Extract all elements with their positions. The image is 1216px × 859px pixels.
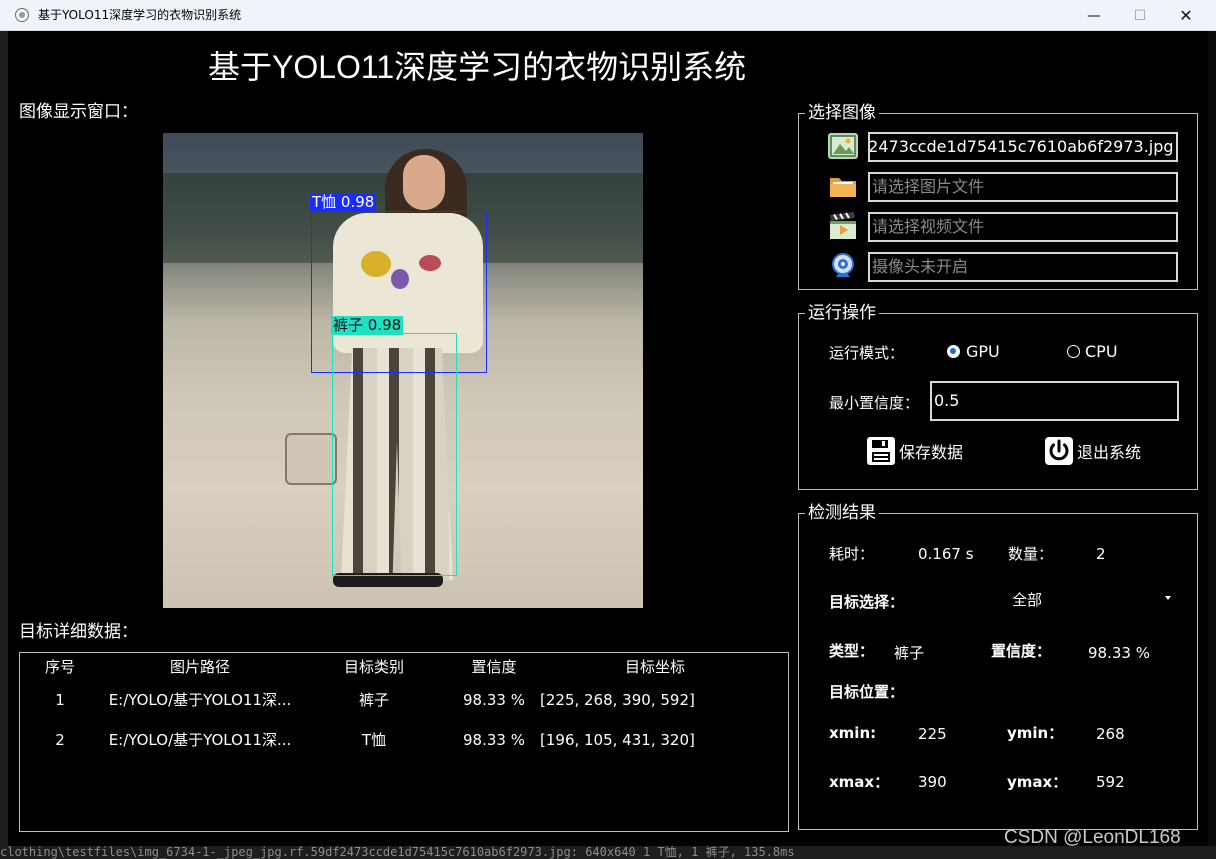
table-header-coords: 目标坐标: [624, 658, 685, 676]
table-cell-index: 1: [55, 691, 65, 709]
save-data-label: 保存数据: [899, 443, 964, 462]
count-value: 2: [1096, 545, 1106, 563]
type-value: 裤子: [894, 644, 925, 662]
console-output: clothing\testfiles\img_6734-1-_jpeg_jpg.…: [0, 846, 795, 859]
exit-system-button[interactable]: 退出系统: [1043, 434, 1141, 468]
run-operations-group: 运行操作 运行模式： GPU CPU 最小置信度： 0.5 保存数据 退出系统: [798, 302, 1198, 490]
image-path-input[interactable]: 69df2473ccde1d75415c7610ab6f2973.jpg: [868, 132, 1178, 162]
cpu-radio-label[interactable]: CPU: [1085, 342, 1118, 362]
min-confidence-label: 最小置信度：: [829, 394, 920, 412]
table-cell-coords: [196, 105, 431, 320]: [540, 731, 695, 749]
table-cell-confidence: 98.33 %: [463, 691, 525, 709]
gpu-radio[interactable]: [947, 345, 960, 358]
detection-results-group: 检测结果 耗时： 0.167 s 数量： 2 目标选择： 全部 类型： 裤子 置…: [798, 502, 1198, 830]
save-data-button[interactable]: 保存数据: [865, 434, 963, 468]
camera-icon[interactable]: [828, 251, 858, 281]
image-display-label: 图像显示窗口：: [19, 102, 138, 122]
main-window: 基于YOLO11深度学习的衣物识别系统 图像显示窗口： T恤 0.98 裤子 0…: [8, 31, 1208, 846]
table-cell-confidence: 98.33 %: [463, 731, 525, 749]
chevron-down-icon: [1165, 596, 1171, 600]
table-cell-path: E:/YOLO/基于YOLO11深...: [108, 731, 292, 749]
page-title: 基于YOLO11深度学习的衣物识别系统: [208, 49, 747, 85]
run-mode-label: 运行模式：: [829, 344, 905, 362]
type-label: 类型：: [829, 642, 875, 660]
background-ide-strip: [0, 31, 8, 851]
table-cell-class: 裤子: [358, 691, 389, 709]
ymax-label: ymax：: [1007, 773, 1068, 791]
minimize-button[interactable]: —: [1071, 0, 1117, 31]
table-cell-class: T恤: [361, 731, 387, 749]
camera-input[interactable]: 摄像头未开启: [868, 252, 1178, 282]
folder-icon[interactable]: [828, 171, 858, 201]
bbox-pants: [332, 333, 457, 576]
exit-system-label: 退出系统: [1077, 443, 1142, 462]
ymin-label: ymin：: [1007, 724, 1064, 742]
image-file-input[interactable]: 请选择图片文件: [868, 172, 1178, 202]
target-position-label: 目标位置：: [829, 683, 905, 701]
xmax-value: 390: [918, 773, 947, 791]
table-header-confidence: 置信度: [471, 658, 517, 676]
target-select-dropdown[interactable]: 全部: [1012, 587, 1182, 613]
app-icon: [15, 8, 29, 22]
ymax-value: 592: [1096, 773, 1125, 791]
table-label: 目标详细数据：: [19, 622, 138, 642]
window-titlebar: 基于YOLO11深度学习的衣物识别系统 — ☐ ✕: [0, 0, 1216, 31]
detection-image: T恤 0.98 裤子 0.98: [163, 133, 643, 608]
power-icon: [1045, 437, 1073, 465]
run-operations-title: 运行操作: [805, 302, 879, 324]
table-header-class: 目标类别: [343, 658, 404, 676]
gpu-radio-label[interactable]: GPU: [966, 342, 1000, 362]
time-label: 耗时：: [829, 545, 875, 563]
xmin-label: xmin:: [829, 724, 877, 742]
time-value: 0.167 s: [918, 545, 974, 563]
confidence-value: 98.33 %: [1088, 644, 1150, 662]
maximize-button[interactable]: ☐: [1117, 0, 1163, 31]
bbox-label-tshirt: T恤 0.98: [310, 193, 377, 212]
image-icon[interactable]: [828, 131, 858, 161]
close-button[interactable]: ✕: [1163, 0, 1209, 31]
table-cell-path: E:/YOLO/基于YOLO11深...: [108, 691, 292, 709]
save-icon: [867, 437, 895, 465]
count-label: 数量：: [1008, 545, 1054, 563]
results-table[interactable]: 序号 图片路径 目标类别 置信度 目标坐标 1 E:/YOLO/基于YOLO11…: [19, 652, 789, 832]
bbox-label-pants: 裤子 0.98: [331, 316, 404, 335]
min-confidence-input[interactable]: 0.5: [930, 381, 1179, 421]
target-select-value: 全部: [1012, 591, 1043, 609]
xmax-label: xmax：: [829, 773, 890, 791]
xmin-value: 225: [918, 725, 947, 743]
target-select-label: 目标选择：: [829, 593, 905, 611]
cpu-radio[interactable]: [1067, 345, 1080, 358]
select-image-group: 选择图像 69df2473ccde1d75415c7610ab6f2973.jp…: [798, 102, 1198, 290]
table-header-path: 图片路径: [169, 658, 230, 676]
select-image-title: 选择图像: [805, 102, 879, 124]
table-cell-coords: [225, 268, 390, 592]: [540, 691, 695, 709]
window-title: 基于YOLO11深度学习的衣物识别系统: [38, 8, 242, 22]
confidence-label: 置信度：: [991, 642, 1052, 660]
detection-results-title: 检测结果: [805, 502, 879, 524]
table-cell-index: 2: [55, 731, 65, 749]
ymin-value: 268: [1096, 725, 1125, 743]
video-file-input[interactable]: 请选择视频文件: [868, 212, 1178, 242]
table-header-index: 序号: [44, 658, 75, 676]
csdn-watermark: CSDN @LeonDL168: [1004, 827, 1181, 848]
video-icon[interactable]: [828, 211, 858, 241]
